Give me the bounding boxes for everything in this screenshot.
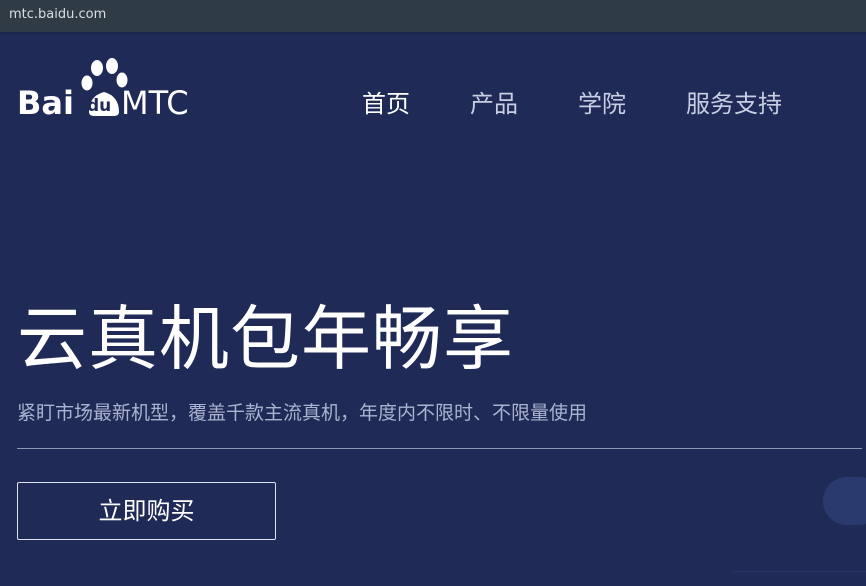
browser-address-bar[interactable]: mtc.baidu.com: [0, 0, 866, 33]
nav-item-products[interactable]: 产品: [470, 84, 518, 119]
nav-item-home[interactable]: 首页: [362, 84, 410, 119]
nav-item-support[interactable]: 服务支持: [686, 84, 782, 119]
hero-divider: [17, 448, 862, 449]
main-nav: 首页 产品 学院 服务支持: [0, 84, 866, 118]
nav-item-academy[interactable]: 学院: [578, 84, 626, 119]
url-text[interactable]: mtc.baidu.com: [9, 7, 106, 22]
hero-title: 云真机包年畅享: [17, 298, 514, 380]
buy-now-button[interactable]: 立即购买: [17, 482, 276, 540]
page-body: du Bai MTC 首页 产品 学院 服务支持 云真机包年畅享 紧盯市场最新机…: [0, 36, 866, 586]
bottom-divider: [733, 571, 866, 572]
hero-subtitle: 紧盯市场最新机型，覆盖千款主流真机，年度内不限时、不限量使用: [17, 402, 588, 424]
floating-side-handle[interactable]: [823, 477, 866, 525]
